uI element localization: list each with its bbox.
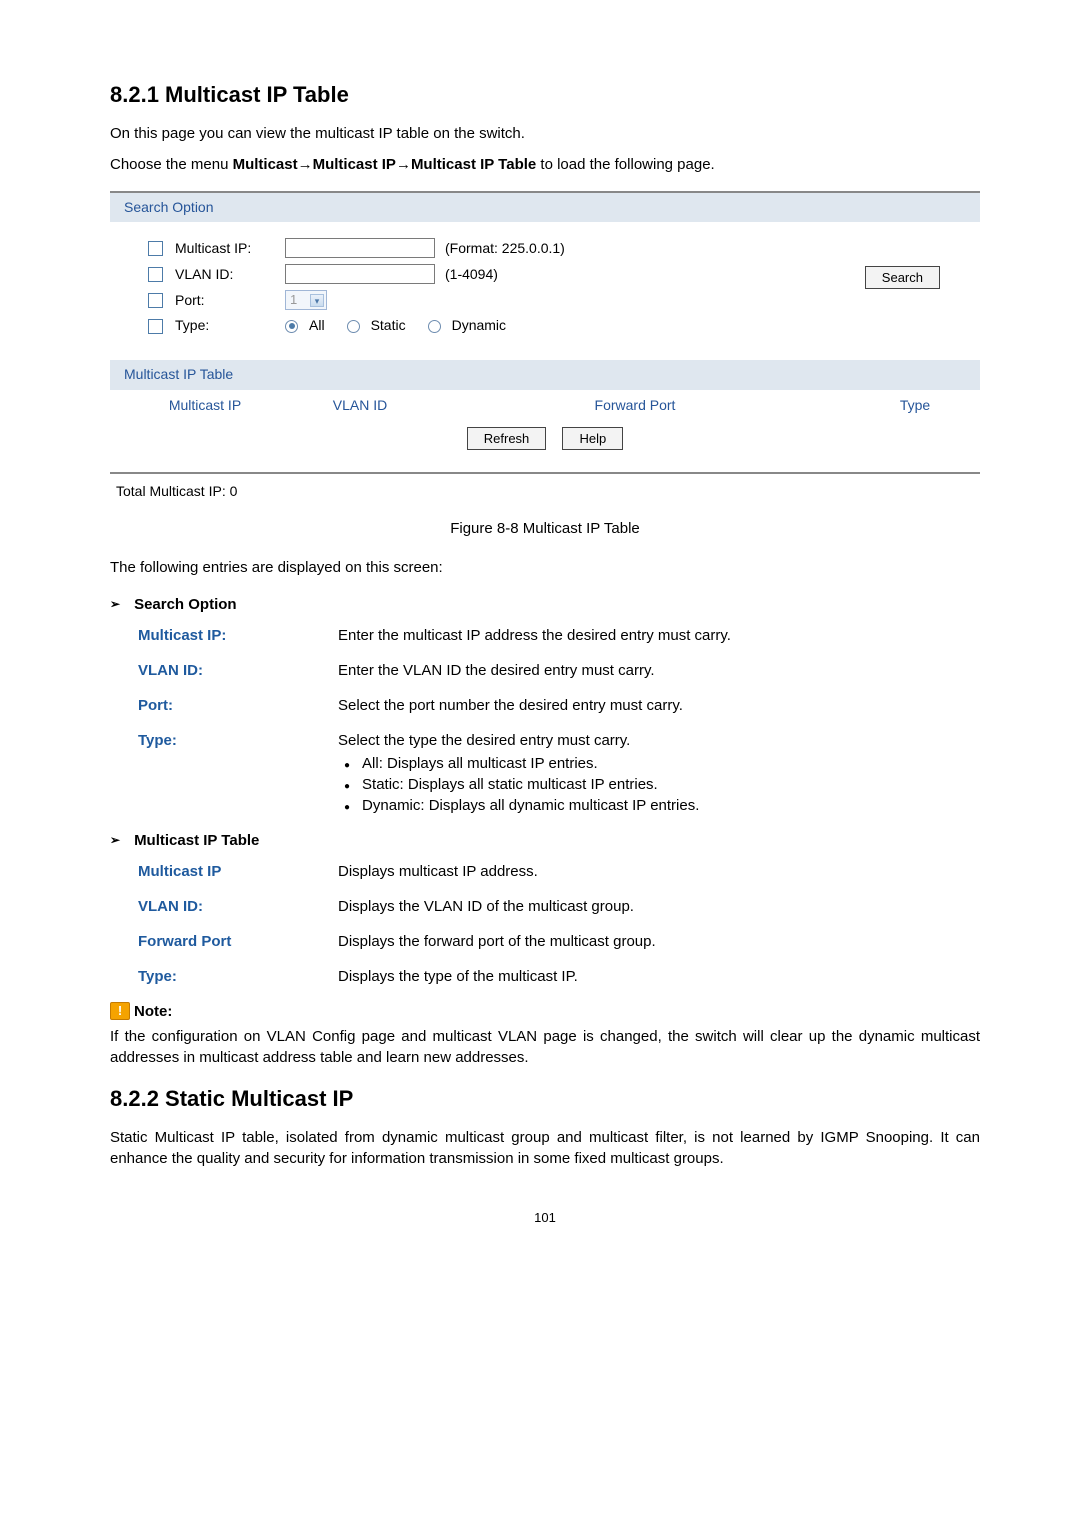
total-count: Total Multicast IP: 0 [116, 482, 980, 502]
vlan-id-label: VLAN ID: [175, 265, 285, 285]
type-dynamic-label: Dynamic [452, 316, 506, 336]
port-checkbox[interactable] [148, 293, 163, 308]
desc-multicast-ip-2: Displays multicast IP address. [338, 861, 980, 882]
note-block: ! Note: If the configuration on VLAN Con… [110, 1001, 980, 1068]
col-multicast-ip: Multicast IP [110, 396, 300, 416]
vlan-id-input[interactable] [285, 264, 435, 284]
menu-suffix: to load the following page. [536, 156, 714, 173]
term-vlan-id: VLAN ID: [138, 660, 338, 681]
port-select[interactable]: 1 ▾ [285, 290, 327, 310]
type-checkbox[interactable] [148, 319, 163, 334]
page-number: 101 [110, 1209, 980, 1227]
search-option-bar: Search Option [110, 193, 980, 223]
desc-multicast-ip: Enter the multicast IP address the desir… [338, 625, 980, 646]
type-desc-text: Select the type the desired entry must c… [338, 732, 630, 749]
menu-prefix: Choose the menu [110, 156, 233, 173]
col-vlan-id: VLAN ID [300, 396, 420, 416]
figure-caption: Figure 8-8 Multicast IP Table [110, 518, 980, 539]
term-forward-port: Forward Port [138, 931, 338, 952]
multicast-ip-label: Multicast IP: [175, 239, 285, 259]
warning-icon: ! [110, 1002, 130, 1020]
vlan-id-checkbox[interactable] [148, 267, 163, 282]
intro-text: On this page you can view the multicast … [110, 123, 980, 144]
type-radio-dynamic[interactable] [428, 320, 441, 333]
refresh-button[interactable]: Refresh [467, 427, 547, 450]
multicast-ip-hint: (Format: 225.0.0.1) [445, 239, 565, 259]
desc-type: Select the type the desired entry must c… [338, 730, 980, 816]
multicast-ip-input[interactable] [285, 238, 435, 258]
note-label: Note: [134, 1001, 172, 1022]
triangle-icon: ➢ [110, 832, 120, 849]
section-heading-2: 8.2.2 Static Multicast IP [110, 1084, 980, 1115]
search-option-heading: ➢ Search Option [110, 594, 980, 615]
type-bullet-static: Static: Displays all static multicast IP… [338, 774, 980, 795]
figure-screenshot: Search Option Multicast IP: (Format: 225… [110, 191, 980, 474]
term-vlan-id-2: VLAN ID: [138, 896, 338, 917]
section-2-body: Static Multicast IP table, isolated from… [110, 1127, 980, 1169]
multicast-table-title: Multicast IP Table [134, 830, 259, 851]
type-all-label: All [309, 316, 325, 336]
chevron-down-icon: ▾ [310, 294, 324, 307]
port-label: Port: [175, 291, 285, 311]
term-port: Port: [138, 695, 338, 716]
search-option-title: Search Option [134, 594, 237, 615]
multicast-table-bar: Multicast IP Table [110, 360, 980, 390]
desc-type-2: Displays the type of the multicast IP. [338, 966, 980, 987]
vlan-id-hint: (1-4094) [445, 265, 498, 285]
multicast-table-heading: ➢ Multicast IP Table [110, 830, 980, 851]
menu-path: Multicast→Multicast IP→Multicast IP Tabl… [233, 156, 537, 173]
help-button[interactable]: Help [562, 427, 623, 450]
term-type: Type: [138, 730, 338, 816]
term-multicast-ip-2: Multicast IP [138, 861, 338, 882]
type-radio-all[interactable] [285, 320, 298, 333]
table-header-row: Multicast IP VLAN ID Forward Port Type [110, 390, 980, 422]
type-label: Type: [175, 316, 285, 336]
desc-forward-port: Displays the forward port of the multica… [338, 931, 980, 952]
menu-instruction: Choose the menu Multicast→Multicast IP→M… [110, 154, 980, 175]
term-type-2: Type: [138, 966, 338, 987]
desc-port: Select the port number the desired entry… [338, 695, 980, 716]
col-forward-port: Forward Port [420, 396, 850, 416]
desc-vlan-id: Enter the VLAN ID the desired entry must… [338, 660, 980, 681]
type-radio-static[interactable] [347, 320, 360, 333]
type-bullet-all: All: Displays all multicast IP entries. [338, 753, 980, 774]
type-radio-group: All Static Dynamic [285, 316, 522, 336]
entries-intro: The following entries are displayed on t… [110, 557, 980, 578]
term-multicast-ip: Multicast IP: [138, 625, 338, 646]
search-button[interactable]: Search [865, 266, 940, 289]
note-body: If the configuration on VLAN Config page… [110, 1026, 980, 1068]
multicast-ip-checkbox[interactable] [148, 241, 163, 256]
type-bullet-dynamic: Dynamic: Displays all dynamic multicast … [338, 795, 980, 816]
col-type: Type [850, 396, 980, 416]
type-static-label: Static [371, 316, 406, 336]
section-heading-1: 8.2.1 Multicast IP Table [110, 80, 980, 111]
triangle-icon: ➢ [110, 596, 120, 613]
desc-vlan-id-2: Displays the VLAN ID of the multicast gr… [338, 896, 980, 917]
port-select-value: 1 [290, 291, 297, 309]
